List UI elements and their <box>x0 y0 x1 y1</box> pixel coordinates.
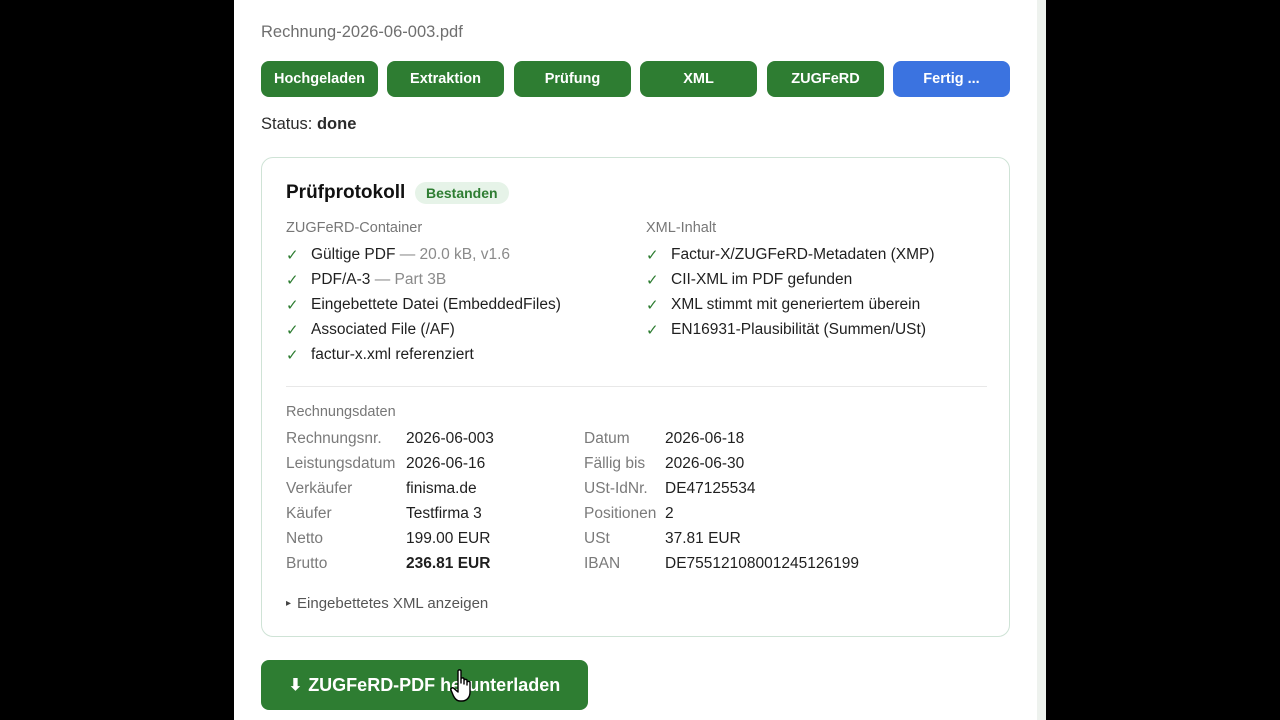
invoice-row: Brutto 236.81 EUR IBAN DE755121080012451… <box>286 555 987 577</box>
check-text: PDF/A-3 <box>311 270 371 288</box>
download-button[interactable]: ⬇ ZUGFeRD-PDF herunterladen <box>261 660 588 710</box>
checkmark-icon: ✓ <box>286 271 299 289</box>
hand-pointer-icon <box>450 669 471 702</box>
invoice-label: Käufer <box>286 505 332 522</box>
card-title: Prüfprotokoll <box>286 182 406 203</box>
checkmark-icon: ✓ <box>286 246 299 264</box>
invoice-value: finisma.de <box>406 480 477 497</box>
invoice-label: Fällig bis <box>584 455 646 472</box>
file-name: Rechnung-2026-06-003.pdf <box>261 23 463 41</box>
invoice-row: Leistungsdatum 2026-06-16 Fällig bis 202… <box>286 455 987 477</box>
invoice-row: Verkäufer finisma.de USt-IdNr. DE4712553… <box>286 480 987 502</box>
invoice-label: USt <box>584 530 610 547</box>
checkmark-icon: ✓ <box>646 271 659 289</box>
step-zugferd[interactable]: ZUGFeRD <box>767 61 884 97</box>
checkmark-icon: ✓ <box>286 296 299 314</box>
check-item: ✓ Factur-X/ZUGFeRD-Metadaten (XMP) <box>646 242 986 267</box>
invoice-label: Verkäufer <box>286 480 353 497</box>
step-extraktion[interactable]: Extraktion <box>387 61 504 97</box>
invoice-label: IBAN <box>584 555 621 572</box>
status-badge: Bestanden <box>415 182 509 204</box>
check-item: ✓ Gültige PDF — 20.0 kB, v1.6 <box>286 242 626 267</box>
invoice-row: Netto 199.00 EUR USt 37.81 EUR <box>286 530 987 552</box>
status-value: done <box>316 115 357 133</box>
invoice-value: 2026-06-30 <box>665 455 745 472</box>
invoice-label: Rechnungsnr. <box>286 430 382 447</box>
invoice-label: Leistungsdatum <box>286 455 396 472</box>
status-label: Status: <box>261 115 313 133</box>
check-text: Gültige PDF <box>311 245 396 263</box>
pruefprotokoll-card: Prüfprotokoll Bestanden ZUGFeRD-Containe… <box>261 157 1010 637</box>
invoice-value: 199.00 EUR <box>406 530 491 547</box>
check-item: ✓ CII-XML im PDF gefunden <box>646 267 986 292</box>
download-arrow-icon: ⬇ <box>288 677 303 694</box>
check-text: Associated File (/AF) <box>311 321 455 339</box>
step-xml[interactable]: XML <box>640 61 757 97</box>
invoice-value: 2 <box>665 505 674 522</box>
check-item: ✓ factur-x.xml referenziert <box>286 343 626 368</box>
invoice-row: Rechnungsnr. 2026-06-003 Datum 2026-06-1… <box>286 430 987 452</box>
check-item: ✓ EN16931-Plausibilität (Summen/USt) <box>646 318 986 343</box>
invoice-value-total: 236.81 EUR <box>406 555 491 572</box>
check-item: ✓ Eingebettete Datei (EmbeddedFiles) <box>286 292 626 317</box>
invoice-label: Netto <box>286 530 324 547</box>
check-item: ✓ PDF/A-3 — Part 3B <box>286 267 626 292</box>
checkmark-icon: ✓ <box>646 296 659 314</box>
invoice-value: 2026-06-16 <box>406 455 486 472</box>
xml-toggle-label: Eingebettetes XML anzeigen <box>297 595 489 612</box>
invoice-label: Datum <box>584 430 630 447</box>
invoice-value: 2026-06-18 <box>665 430 745 447</box>
invoice-label: Brutto <box>286 555 328 572</box>
invoice-heading: Rechnungsdaten <box>286 404 396 420</box>
invoice-label: Positionen <box>584 505 657 522</box>
invoice-value: Testfirma 3 <box>406 505 482 522</box>
xml-toggle[interactable]: ▸ Eingebettetes XML anzeigen <box>286 595 488 612</box>
invoice-value: 2026-06-003 <box>406 430 494 447</box>
check-text: CII-XML im PDF gefunden <box>671 270 853 288</box>
step-fertig[interactable]: Fertig ... <box>893 61 1010 97</box>
invoice-row: Käufer Testfirma 3 Positionen 2 <box>286 505 987 527</box>
invoice-value: 37.81 EUR <box>665 530 741 547</box>
check-detail: — Part 3B <box>374 270 447 288</box>
invoice-value: DE47125534 <box>665 480 756 497</box>
check-detail: — 20.0 kB, v1.6 <box>399 245 511 263</box>
check-text: XML stimmt mit generiertem überein <box>671 295 921 313</box>
check-text: factur-x.xml referenziert <box>311 346 474 364</box>
check-item: ✓ XML stimmt mit generiertem überein <box>646 292 986 317</box>
check-text: Factur-X/ZUGFeRD-Metadaten (XMP) <box>671 245 935 263</box>
container-checks: ZUGFeRD-Container ✓ Gültige PDF — 20.0 k… <box>286 220 626 368</box>
checkmark-icon: ✓ <box>646 246 659 264</box>
disclosure-triangle-icon: ▸ <box>286 598 292 609</box>
checkmark-icon: ✓ <box>646 322 659 340</box>
checkmark-icon: ✓ <box>286 347 299 365</box>
check-text: EN16931-Plausibilität (Summen/USt) <box>671 321 926 339</box>
step-hochgeladen[interactable]: Hochgeladen <box>261 61 378 97</box>
invoice-value: DE75512108001245126199 <box>665 555 859 572</box>
check-text: Eingebettete Datei (EmbeddedFiles) <box>311 295 561 313</box>
panel-edge <box>1037 0 1046 720</box>
xml-checks: XML-Inhalt ✓ Factur-X/ZUGFeRD-Metadaten … <box>646 220 986 343</box>
divider <box>286 386 987 387</box>
status-line: Status: done <box>261 115 356 134</box>
checkmark-icon: ✓ <box>286 322 299 340</box>
download-label: ZUGFeRD-PDF herunterladen <box>308 674 561 695</box>
xml-heading: XML-Inhalt <box>646 220 717 236</box>
container-heading: ZUGFeRD-Container <box>286 220 423 236</box>
step-pruefung[interactable]: Prüfung <box>514 61 631 97</box>
check-item: ✓ Associated File (/AF) <box>286 318 626 343</box>
invoice-label: USt-IdNr. <box>584 480 648 497</box>
